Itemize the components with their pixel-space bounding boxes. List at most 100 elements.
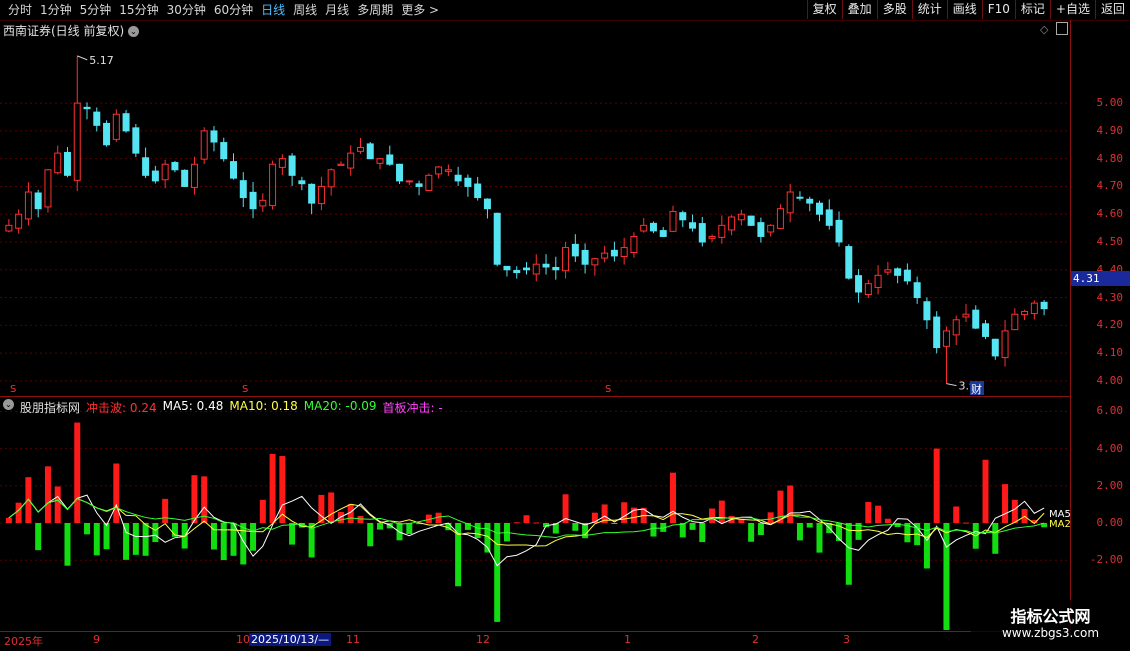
indicator-tick: -2.00 bbox=[1089, 553, 1123, 567]
cai-badge: 财 bbox=[971, 382, 982, 396]
indicator-bar bbox=[269, 453, 276, 523]
candle-body bbox=[923, 301, 931, 321]
candle-body bbox=[54, 152, 62, 174]
candle-body bbox=[1011, 313, 1019, 331]
indicator-bar bbox=[865, 502, 872, 523]
indicator-tick: 0.00 bbox=[1096, 516, 1124, 529]
candle-body bbox=[991, 338, 999, 357]
candle-body bbox=[815, 202, 823, 215]
candle-body bbox=[200, 130, 208, 160]
candle-body bbox=[386, 154, 394, 165]
candle-body bbox=[1021, 310, 1029, 316]
indicator-tick: 2.00 bbox=[1096, 478, 1124, 492]
candle-body bbox=[112, 113, 120, 140]
indicator-menu-icon[interactable]: ⌄ bbox=[3, 399, 14, 410]
indicator-bar bbox=[796, 523, 803, 541]
s-marker: S bbox=[605, 384, 611, 395]
candle-body bbox=[864, 283, 872, 295]
candle-body bbox=[230, 161, 238, 179]
indicator-bar bbox=[816, 523, 823, 553]
candle-body bbox=[542, 263, 550, 268]
candle-body bbox=[845, 246, 853, 279]
candle-body bbox=[444, 169, 452, 172]
candle-body bbox=[347, 152, 355, 169]
tool-button-8[interactable]: 返回 bbox=[1094, 0, 1130, 19]
indicator-bar bbox=[113, 463, 120, 523]
indicator-bar bbox=[367, 523, 374, 547]
candle-body bbox=[132, 127, 140, 154]
indicator-bar bbox=[943, 523, 950, 630]
candle-body bbox=[562, 247, 570, 272]
candle-body bbox=[894, 268, 902, 276]
candle-body bbox=[5, 224, 13, 232]
indicator-bar bbox=[44, 466, 51, 523]
candle-body bbox=[942, 330, 950, 347]
ma20-value: MA20: -0.09 bbox=[303, 399, 377, 413]
diamond-icon[interactable]: ◇ bbox=[1040, 23, 1048, 36]
panel-toggle-icon[interactable] bbox=[1056, 22, 1068, 35]
candle-body bbox=[396, 163, 404, 182]
candle-body bbox=[24, 191, 32, 220]
indicator-bar bbox=[191, 475, 198, 523]
indicator-bar bbox=[875, 505, 882, 523]
candle-body bbox=[1040, 301, 1048, 310]
indicator-tick: 6.00 bbox=[1096, 404, 1124, 418]
time-label: 11 bbox=[346, 633, 360, 646]
time-label: 2025年 bbox=[4, 635, 43, 648]
candle-body bbox=[620, 247, 628, 258]
candle-body bbox=[239, 180, 247, 199]
candle-body bbox=[454, 174, 462, 182]
candle-body bbox=[190, 163, 198, 188]
candle-body bbox=[903, 269, 911, 282]
high-label: 5.17 bbox=[89, 54, 114, 67]
candle-body bbox=[698, 223, 706, 243]
candle-body bbox=[1001, 330, 1009, 359]
candle-body bbox=[591, 258, 599, 266]
candle-body bbox=[825, 209, 833, 226]
indicator-bar bbox=[93, 523, 100, 556]
price-tick: 4.20 bbox=[1096, 318, 1124, 332]
kline-chart[interactable]: 5.173.99财SSS bbox=[0, 0, 1070, 630]
price-tick: 4.70 bbox=[1096, 179, 1124, 193]
indicator-bar bbox=[5, 517, 12, 523]
indicator-bar bbox=[377, 523, 384, 530]
indicator-bar bbox=[35, 523, 42, 551]
chevron-down-icon[interactable]: ⌄ bbox=[128, 26, 140, 37]
candle-body bbox=[649, 222, 657, 232]
indicator-bar bbox=[718, 500, 725, 523]
candle-body bbox=[63, 151, 71, 176]
candle-body bbox=[415, 183, 423, 187]
candle-body bbox=[972, 309, 980, 329]
indicator-bar bbox=[884, 518, 891, 523]
price-tick: 4.50 bbox=[1096, 235, 1124, 248]
indicator-name[interactable]: 股朋指标网 bbox=[20, 399, 80, 416]
candle-body bbox=[884, 269, 892, 273]
indicator-bar bbox=[533, 522, 540, 524]
candle-body bbox=[181, 169, 189, 187]
time-label: 10 bbox=[236, 633, 250, 646]
candle-body bbox=[278, 158, 286, 168]
watermark-title: 指标公式网 bbox=[1010, 607, 1091, 626]
indicator-bar bbox=[103, 523, 110, 550]
watermark-url: www.zbgs3.com bbox=[1001, 626, 1100, 640]
candle-body bbox=[122, 113, 130, 132]
candle-body bbox=[1030, 302, 1038, 315]
pane-divider[interactable] bbox=[0, 396, 1070, 397]
indicator-bar bbox=[757, 523, 764, 536]
candle-body bbox=[532, 263, 540, 275]
indicator-bar bbox=[1011, 499, 1018, 523]
indicator-bar bbox=[152, 523, 159, 543]
time-label: 12 bbox=[476, 633, 490, 646]
selected-date: 2025/10/13/— bbox=[249, 633, 332, 646]
indicator-bar bbox=[962, 522, 969, 524]
indicator-bar bbox=[992, 523, 999, 554]
stock-title: 西南证券(日线 前复权) ⌄ bbox=[3, 22, 140, 39]
indicator-bar bbox=[689, 523, 696, 530]
price-axis: 5.00 4.90 4.80 4.70 4.60 4.50 4.40 4.30 4.20 4.10… bbox=[1049, 20, 1130, 630]
candle-body bbox=[298, 180, 306, 185]
current-price-tag: 4.31 bbox=[1071, 271, 1130, 286]
candle-body bbox=[747, 215, 755, 226]
candle-body bbox=[435, 166, 443, 175]
indicator-bar bbox=[787, 485, 794, 523]
time-label: 3 bbox=[843, 633, 850, 646]
